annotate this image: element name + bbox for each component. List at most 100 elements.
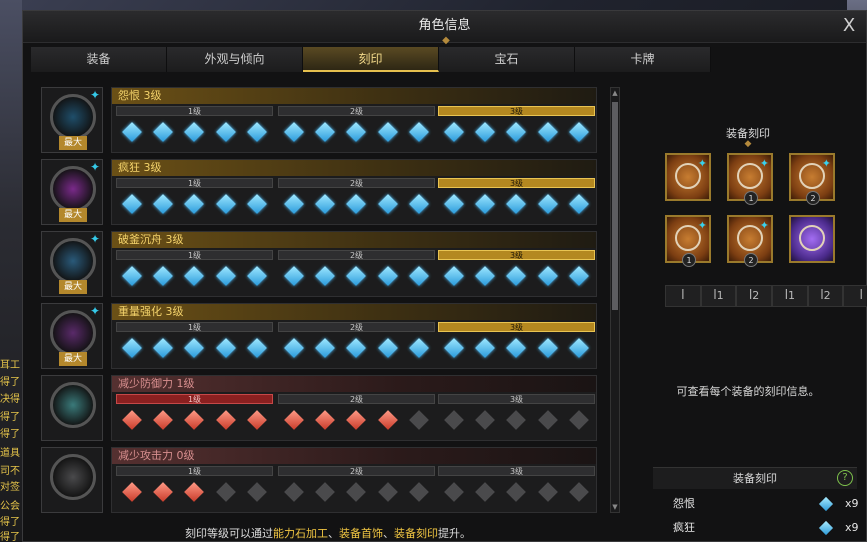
slot-filter-0[interactable]: ꟾ [665,285,701,307]
scrollbar[interactable]: ▲ ▼ [610,87,620,513]
engraving-node-icon [475,266,495,286]
engraving-gem-icon: ✦ [759,219,769,232]
engraving-gem-icon: ✦ [697,157,707,170]
scroll-down-icon[interactable]: ▼ [611,502,619,512]
gem-row [116,338,273,358]
equip-slot-necklace[interactable]: ✦ [665,153,711,201]
footer-link-accessory: 装备首饰 [339,527,383,540]
engraving-node-icon [121,338,142,358]
right-panel: 装备刻印 ◆ ✦ ✦ 1 ✦ 2 ✦ 1 ✦ 2 ꟾ ꟾ1 ꟾ2 ꟾ1 ꟾ2 ꟾ 可查看每个装备的刻印信息… [635,87,867,536]
scroll-up-icon[interactable]: ▲ [611,88,619,98]
gem-row [438,482,595,502]
engraving-node-icon [377,338,398,358]
engraving-node-icon [215,122,236,142]
level-block: 1级 [116,394,273,438]
engraving-icon-box[interactable] [41,375,103,441]
engraving-node-icon [443,482,464,502]
engraving-node-icon [247,122,268,142]
engraving-node-icon [153,338,173,358]
equip-slot-ring-2[interactable]: ✦ 2 [727,215,773,267]
chat-line: 公会 [0,501,20,511]
engraving-node-icon [153,266,173,286]
engraving-icon-box[interactable] [41,447,103,513]
chat-line: 决得 [0,394,20,404]
level-bar: 1级 [116,466,273,476]
engraving-node-icon [283,122,304,142]
level-bar: 2级 [278,178,435,188]
engraving-body: 破釜沉舟 3级 1级 2级 3级 [111,231,597,297]
slot-filter-4[interactable]: ꟾ2 [807,285,844,307]
level-bar: 3级 [438,466,595,476]
chat-line: 耳工 [0,360,20,370]
engraving-node-icon [346,194,367,214]
engraving-node-icon [569,338,590,358]
engraving-name: 减少攻击力 0级 [112,448,596,464]
gem-row [438,338,595,358]
equip-slot-ring-1[interactable]: ✦ 1 [665,215,711,267]
engraving-node-icon [184,482,205,502]
footer-sep-1: 、 [328,527,339,540]
slot-filter-1[interactable]: ꟾ1 [700,285,737,307]
engraving-node-icon [506,122,527,142]
equip-engraving-bar: 装备刻印 ? [653,467,857,489]
slot-filter-3[interactable]: ꟾ1 [772,285,808,307]
gem-row [116,194,273,214]
slot-filter-2[interactable]: ꟾ2 [736,285,773,307]
engraving-name: 疯狂 3级 [112,160,596,176]
chat-line: 得了 [0,532,20,542]
engraving-node-icon [153,122,173,142]
level-block: 1级 [116,178,273,222]
level-block: 2级 [278,466,435,510]
engraving-node-icon [247,266,268,286]
engraving-node-icon [315,122,335,142]
level-block: 2级 [278,250,435,294]
gem-row [116,122,273,142]
engraving-node-icon [283,266,304,286]
gem-row [278,410,435,430]
engraving-node-icon [247,194,268,214]
engraving-node-icon [475,482,495,502]
equip-slot-number: 2 [806,191,820,205]
level-block: 2级 [278,322,435,366]
slot-filter-5[interactable]: ꟾ [843,285,867,307]
level-bar: 3级 [438,106,595,116]
tab-3[interactable]: 宝石 [439,47,575,72]
scroll-thumb[interactable] [612,102,618,310]
max-badge: 最大 [59,208,87,222]
engraving-node-icon [377,122,398,142]
help-icon[interactable]: ? [837,470,853,486]
engraving-node-icon [247,338,268,358]
tab-0[interactable]: 装备 [31,47,167,72]
close-button[interactable]: X [838,15,860,37]
engraving-node-icon [537,122,558,142]
engraving-node-icon [409,338,430,358]
level-block: 1级 [116,250,273,294]
engraving-icon-box[interactable]: ✦ 最大 [41,159,103,225]
level-block: 3级 [438,466,595,510]
engraving-row: ✦ 最大 重量强化 3级 1级 2级 3级 [39,303,597,369]
engraving-icon-box[interactable]: ✦ 最大 [41,231,103,297]
equip-slot-earring-2[interactable]: ✦ 2 [789,153,835,205]
level-block: 2级 [278,178,435,222]
engraving-body: 疯狂 3级 1级 2级 3级 [111,159,597,225]
equip-slot-earring-1[interactable]: ✦ 1 [727,153,773,205]
level-bar: 2级 [278,394,435,404]
tab-1[interactable]: 外观与倾向 [167,47,303,72]
equip-engraving-bar-title: 装备刻印 [733,472,777,485]
gem-row [438,122,595,142]
equip-slot-ability-stone[interactable] [789,215,835,263]
engraving-name: 重量强化 3级 [112,304,596,320]
engraving-icon-box[interactable]: ✦ 最大 [41,303,103,369]
engraving-body: 减少攻击力 0级 1级 2级 3级 [111,447,597,513]
engraving-gem-icon: ✦ [89,88,100,102]
tab-4[interactable]: 卡牌 [575,47,711,72]
level-bar: 1级 [116,322,273,332]
engraving-row: ✦ 最大 疯狂 3级 1级 2级 3级 [39,159,597,225]
engraving-node-icon [409,266,430,286]
engraving-icon-box[interactable]: ✦ 最大 [41,87,103,153]
gem-row [278,338,435,358]
tab-2[interactable]: 刻印 [303,47,439,72]
engraving-row: ✦ 最大 怨恨 3级 1级 2级 3级 [39,87,597,153]
level-block: 3级 [438,394,595,438]
left-background-strip [0,0,22,542]
